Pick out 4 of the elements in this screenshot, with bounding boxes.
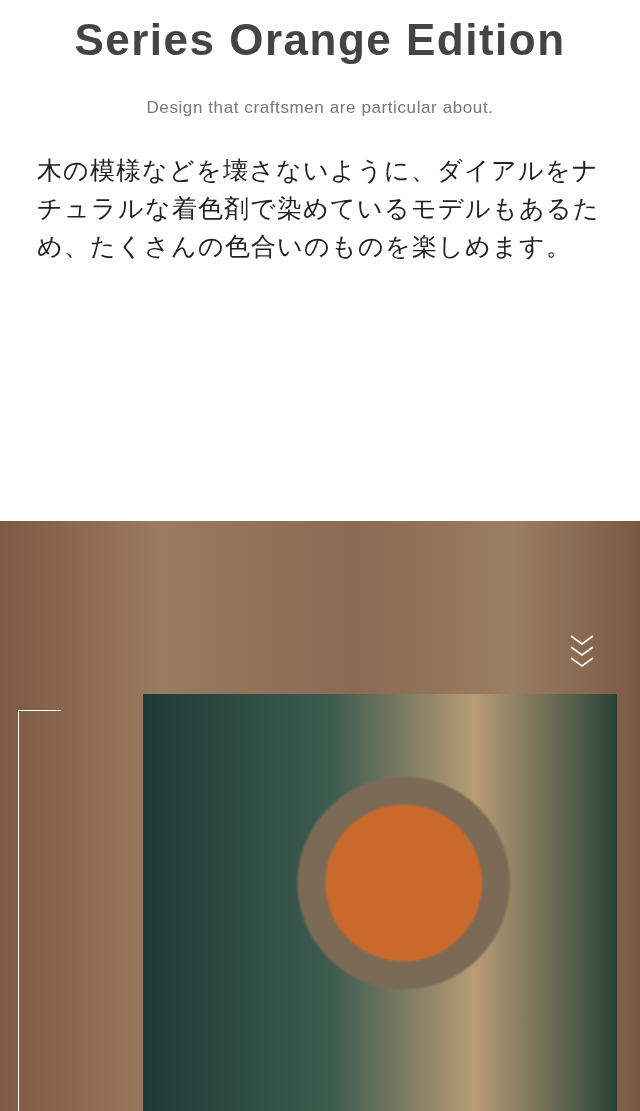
description-text: 木の模様などを壊さないように、ダイアルをナチュラルな着色剤で染めているモデルもあるため、たくさんの色合いのものを楽しめます。 [37, 155, 601, 263]
section-subtitle: Design that craftsmen are particular about. [146, 98, 494, 118]
section-title: Series Orange Edition [74, 14, 566, 66]
chevron-down-icon[interactable] [569, 634, 595, 668]
